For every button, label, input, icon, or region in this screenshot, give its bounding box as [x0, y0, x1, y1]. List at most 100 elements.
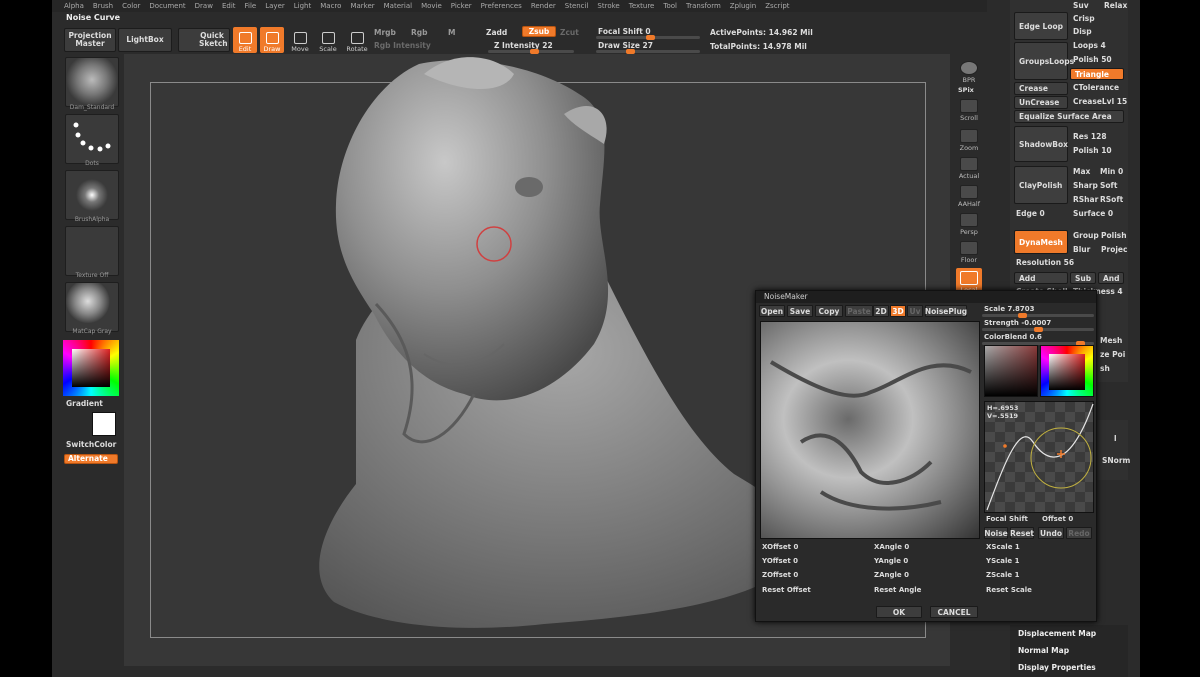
- menu-brush[interactable]: Brush: [93, 2, 113, 10]
- menu-edit[interactable]: Edit: [222, 2, 236, 10]
- project-button[interactable]: Projec: [1101, 245, 1127, 254]
- persp-button[interactable]: Persp: [956, 210, 982, 236]
- surface-slider[interactable]: Surface 0: [1073, 209, 1113, 218]
- paste-button[interactable]: Paste: [845, 305, 873, 317]
- curve-redo-button[interactable]: Redo: [1066, 527, 1092, 539]
- focal-shift-track[interactable]: [596, 35, 700, 40]
- triangle-button[interactable]: Triangle: [1070, 68, 1124, 80]
- draw-size-track[interactable]: [596, 49, 700, 54]
- resolution-slider[interactable]: Resolution 56: [1016, 258, 1074, 267]
- displacement-map-menu[interactable]: Displacement Map: [1010, 625, 1128, 642]
- menu-material[interactable]: Material: [384, 2, 412, 10]
- crease-lvl-slider[interactable]: CreaseLvl 15: [1073, 97, 1127, 106]
- menu-preferences[interactable]: Preferences: [481, 2, 522, 10]
- strength-slider[interactable]: Strength -0.0007: [984, 319, 1051, 327]
- and-button[interactable]: And: [1098, 272, 1124, 284]
- ctolerance-slider[interactable]: CTolerance: [1073, 83, 1119, 92]
- menu-marker[interactable]: Marker: [350, 2, 374, 10]
- shadowbox-button[interactable]: ShadowBox: [1014, 126, 1068, 162]
- reset-angle-button[interactable]: Reset Angle: [874, 586, 921, 594]
- mesh-button-fragment[interactable]: Mesh: [1100, 336, 1122, 345]
- polish-slider[interactable]: Polish 50: [1073, 55, 1112, 64]
- scale-slider[interactable]: Scale 7.8703: [984, 305, 1035, 313]
- disp-button[interactable]: Disp: [1073, 27, 1092, 36]
- rotate-button[interactable]: Rotate: [345, 27, 369, 53]
- draw-button[interactable]: Draw: [260, 27, 284, 53]
- curve-focal-shift-slider[interactable]: Focal Shift: [986, 515, 1028, 523]
- sub-button[interactable]: Sub: [1070, 272, 1096, 284]
- dynamesh-button[interactable]: DynaMesh: [1014, 230, 1068, 254]
- add-button[interactable]: Add: [1014, 272, 1068, 284]
- stroke-thumbnail[interactable]: [65, 114, 119, 164]
- focal-shift-knob[interactable]: [646, 35, 655, 40]
- menu-stroke[interactable]: Stroke: [597, 2, 619, 10]
- claypolish-button[interactable]: ClayPolish: [1014, 166, 1068, 204]
- size-point-fragment[interactable]: ze Poi: [1100, 350, 1125, 359]
- actual-button[interactable]: Actual: [956, 154, 982, 180]
- noise-color-2[interactable]: [1040, 345, 1094, 397]
- noise-color-2-square[interactable]: [1049, 354, 1085, 390]
- z-intensity-track[interactable]: [488, 49, 574, 54]
- sharp-slider[interactable]: Sharp: [1073, 181, 1098, 190]
- curve-noise-button[interactable]: Noise: [984, 527, 1008, 539]
- curve-reset-button[interactable]: Reset: [1010, 527, 1034, 539]
- cancel-button[interactable]: CANCEL: [930, 606, 978, 618]
- brush-thumbnail[interactable]: [65, 57, 119, 107]
- zangle-slider[interactable]: ZAngle 0: [874, 571, 909, 579]
- projection-master-button[interactable]: Projection Master: [64, 28, 116, 52]
- alpha-thumbnail[interactable]: [65, 170, 119, 220]
- m-button[interactable]: M: [448, 28, 455, 37]
- display-properties-menu[interactable]: Display Properties: [1010, 659, 1128, 676]
- max-slider[interactable]: Max: [1073, 167, 1090, 176]
- menu-transform[interactable]: Transform: [686, 2, 721, 10]
- edit-button[interactable]: Edit: [233, 27, 257, 53]
- zsub-button[interactable]: Zsub: [522, 26, 556, 37]
- polish-button[interactable]: Polish: [1101, 231, 1127, 240]
- zoffset-slider[interactable]: ZOffset 0: [762, 571, 798, 579]
- strength-track[interactable]: [982, 327, 1094, 332]
- loops-slider[interactable]: Loops 4: [1073, 41, 1106, 50]
- mesh-fragment[interactable]: sh: [1100, 364, 1110, 373]
- lightbox-button[interactable]: LightBox: [118, 28, 172, 52]
- move-button[interactable]: Move: [288, 27, 312, 53]
- mrgb-button[interactable]: Mrgb: [374, 28, 396, 37]
- yangle-slider[interactable]: YAngle 0: [874, 557, 908, 565]
- crease-button[interactable]: Crease: [1014, 82, 1068, 95]
- reset-offset-button[interactable]: Reset Offset: [762, 586, 811, 594]
- snorm-toggle[interactable]: SNorm: [1102, 456, 1130, 465]
- group-button[interactable]: Group: [1073, 231, 1099, 240]
- floor-button[interactable]: Floor: [956, 238, 982, 264]
- gradient-toggle[interactable]: Gradient: [66, 399, 103, 408]
- spix-slider[interactable]: SPix: [958, 86, 974, 94]
- scale-knob[interactable]: [1018, 313, 1027, 318]
- normal-map-menu[interactable]: Normal Map: [1010, 642, 1128, 659]
- equalize-surface-area-button[interactable]: Equalize Surface Area: [1014, 110, 1124, 123]
- rgb-button[interactable]: Rgb: [411, 28, 428, 37]
- crisp-button[interactable]: Crisp: [1073, 14, 1095, 23]
- curve-offset-slider[interactable]: Offset 0: [1042, 515, 1073, 523]
- menu-render[interactable]: Render: [531, 2, 556, 10]
- menu-zplugin[interactable]: Zplugin: [730, 2, 756, 10]
- material-thumbnail[interactable]: [65, 282, 119, 332]
- scale-button[interactable]: Scale: [316, 27, 340, 53]
- suv-button[interactable]: Suv: [1073, 1, 1089, 10]
- menu-light[interactable]: Light: [294, 2, 311, 10]
- secondary-color-swatch[interactable]: [92, 412, 116, 436]
- bpr-button[interactable]: BPR: [956, 58, 982, 84]
- 2d-button[interactable]: 2D: [873, 305, 889, 317]
- yscale-slider[interactable]: YScale 1: [986, 557, 1019, 565]
- menu-movie[interactable]: Movie: [421, 2, 442, 10]
- uncrease-button[interactable]: UnCrease: [1014, 96, 1068, 109]
- polish-10-slider[interactable]: Polish 10: [1073, 146, 1112, 155]
- reset-scale-button[interactable]: Reset Scale: [986, 586, 1032, 594]
- copy-button[interactable]: Copy: [815, 305, 843, 317]
- color-picker[interactable]: [63, 340, 119, 396]
- scroll-button[interactable]: Scroll: [956, 96, 982, 122]
- min-slider[interactable]: Min 0: [1100, 167, 1123, 176]
- menu-picker[interactable]: Picker: [451, 2, 472, 10]
- noise-curve-editor[interactable]: H=.6953 V=.5519: [984, 401, 1094, 513]
- menu-tool[interactable]: Tool: [663, 2, 677, 10]
- soft-slider[interactable]: Soft: [1100, 181, 1117, 190]
- switch-color-button[interactable]: SwitchColor: [66, 440, 116, 449]
- rgb-intensity-slider[interactable]: Rgb Intensity: [374, 41, 431, 50]
